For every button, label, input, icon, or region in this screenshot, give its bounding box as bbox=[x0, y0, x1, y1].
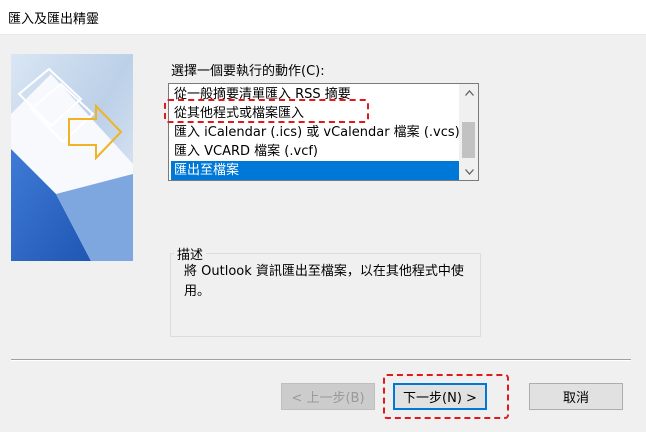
list-item-export-to-file[interactable]: 匯出至檔案 bbox=[171, 161, 459, 180]
scroll-up-arrow-icon[interactable] bbox=[460, 84, 478, 101]
listbox-scrollbar[interactable] bbox=[459, 84, 478, 180]
action-prompt-label: 選擇一個要執行的動作(C): bbox=[171, 64, 325, 79]
list-item-import-icalendar[interactable]: 匯入 iCalendar (.ics) 或 vCalendar 檔案 (.vcs… bbox=[171, 123, 459, 142]
scroll-down-arrow-icon[interactable] bbox=[460, 163, 478, 180]
title-bar: 匯入及匯出精靈 bbox=[0, 0, 646, 35]
annotation-highlight-import-item bbox=[164, 99, 369, 123]
action-listbox[interactable]: 從一般摘要清單匯入 RSS 摘要 從其他程式或檔案匯入 匯入 iCalendar… bbox=[168, 83, 479, 181]
cancel-button[interactable]: 取消 bbox=[529, 383, 623, 410]
annotation-highlight-next-button bbox=[383, 374, 509, 419]
back-button[interactable]: < 上一步(B) bbox=[281, 383, 375, 410]
wizard-banner-image bbox=[11, 54, 133, 261]
scrollbar-thumb[interactable] bbox=[462, 122, 475, 158]
footer-separator bbox=[11, 359, 631, 361]
window-title: 匯入及匯出精靈 bbox=[8, 12, 100, 27]
description-legend: 描述 bbox=[174, 244, 207, 263]
list-item-import-vcard[interactable]: 匯入 VCARD 檔案 (.vcf) bbox=[171, 142, 459, 161]
description-text: 將 Outlook 資訊匯出至檔案，以在其他程式中使用。 bbox=[184, 264, 464, 299]
